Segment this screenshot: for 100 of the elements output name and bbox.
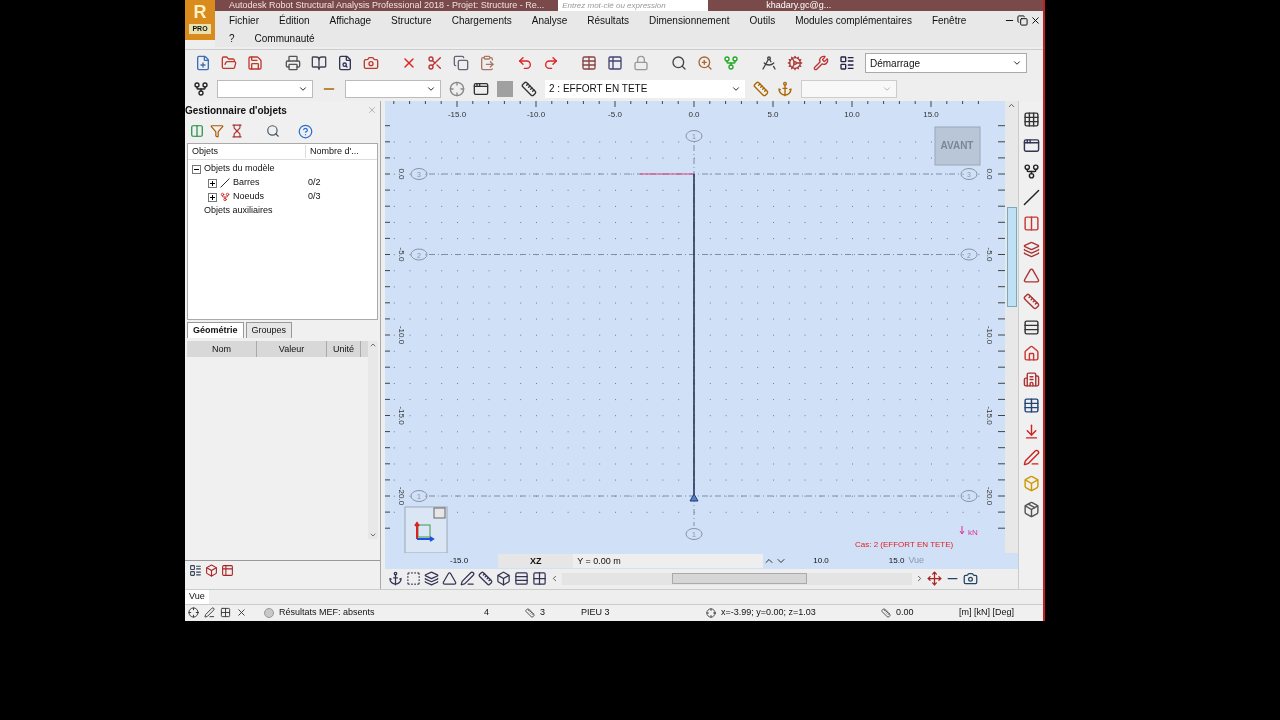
printer-icon[interactable]	[285, 55, 301, 71]
undo-icon[interactable]	[517, 55, 533, 71]
crosshair-icon[interactable]	[188, 607, 199, 618]
ruler-icon[interactable]	[1022, 293, 1040, 310]
fork-icon[interactable]	[1022, 163, 1040, 180]
hourglass-icon[interactable]	[230, 124, 244, 138]
zoom-in-icon[interactable]	[697, 55, 713, 71]
house-icon[interactable]	[1022, 345, 1040, 362]
columns-icon[interactable]	[1022, 215, 1040, 232]
tree-item[interactable]: Noeuds	[233, 190, 305, 204]
rows-icon[interactable]	[1022, 319, 1040, 336]
plane-field[interactable]: XZ	[498, 554, 574, 568]
layout-icon[interactable]	[839, 55, 855, 71]
dashed-square-icon[interactable]	[406, 571, 421, 586]
triangle-icon[interactable]	[442, 571, 457, 586]
layout-dropdown[interactable]: Démarrage	[865, 53, 1027, 73]
vertical-scrollbar[interactable]	[1005, 101, 1018, 553]
move-icon[interactable]	[927, 571, 942, 586]
slash-icon[interactable]	[1022, 189, 1040, 206]
column-header[interactable]: Objets	[188, 144, 306, 159]
horizontal-scrollbar[interactable]	[562, 572, 912, 585]
menu-item[interactable]: Analyse	[531, 12, 568, 28]
save-icon[interactable]	[247, 55, 263, 71]
building-icon[interactable]	[1022, 371, 1040, 388]
user-name[interactable]: khadary.gc@g...	[766, 0, 832, 11]
table-icon[interactable]	[1022, 397, 1040, 414]
pen-icon[interactable]	[460, 571, 475, 586]
package-icon[interactable]	[1022, 501, 1040, 518]
bar-selection-field[interactable]	[345, 79, 441, 98]
columns-icon[interactable]	[190, 124, 204, 138]
search-icon[interactable]	[266, 124, 280, 138]
help-icon[interactable]	[298, 123, 313, 139]
load-case-dropdown[interactable]: 2 : EFFORT EN TETE	[545, 79, 745, 98]
box-icon[interactable]	[205, 563, 218, 577]
gear-icon[interactable]	[787, 55, 803, 71]
copy-icon[interactable]	[453, 55, 469, 71]
book-icon[interactable]	[311, 55, 327, 71]
tree-item[interactable]: Objets auxiliaires	[204, 204, 273, 218]
menu-item[interactable]: Chargements	[451, 12, 512, 28]
pen-icon[interactable]	[1022, 449, 1040, 466]
expand-toggle[interactable]	[208, 178, 217, 188]
scissors-icon[interactable]	[427, 55, 443, 71]
menu-item[interactable]: Résultats	[587, 12, 629, 28]
scrollbar[interactable]	[368, 341, 378, 539]
camera-icon[interactable]	[363, 55, 379, 71]
expand-toggle[interactable]	[192, 164, 201, 174]
scrollbar-thumb[interactable]	[1006, 206, 1017, 307]
tree-item[interactable]: Barres	[233, 176, 305, 190]
filter-icon[interactable]	[210, 124, 224, 138]
table-icon[interactable]	[607, 55, 623, 71]
layers-icon[interactable]	[1022, 241, 1040, 258]
open-folder-icon[interactable]	[221, 55, 237, 71]
table-icon[interactable]	[221, 563, 234, 577]
scroll-down-icon[interactable]	[369, 531, 377, 539]
window-icon[interactable]	[473, 80, 489, 97]
scroll-up-icon[interactable]	[1007, 101, 1016, 110]
expand-toggle[interactable]	[208, 192, 217, 202]
menu-item[interactable]: Affichage	[329, 12, 372, 28]
drafting-compass-icon[interactable]	[761, 55, 777, 71]
view-tab[interactable]: Vue	[185, 590, 209, 604]
menu-item[interactable]: Outils	[749, 12, 776, 28]
layers-icon[interactable]	[424, 571, 439, 586]
window-icon[interactable]	[1022, 137, 1040, 154]
menu-item[interactable]: Édition	[279, 12, 310, 28]
preview-icon[interactable]	[337, 55, 353, 71]
table-icon[interactable]	[581, 55, 597, 71]
triangle-icon[interactable]	[1022, 267, 1040, 284]
column-header[interactable]: Nombre d'...	[306, 144, 359, 159]
list-icon[interactable]	[189, 563, 202, 577]
ruler-icon[interactable]	[521, 80, 537, 97]
pen-icon[interactable]	[204, 607, 215, 618]
grid-icon[interactable]	[532, 571, 547, 586]
new-file-icon[interactable]	[195, 55, 211, 71]
scroll-up-icon[interactable]	[369, 341, 377, 349]
menu-item[interactable]: ?	[229, 30, 235, 46]
box-icon[interactable]	[496, 571, 511, 586]
cross-icon[interactable]	[236, 607, 247, 618]
ruler-icon[interactable]	[478, 571, 493, 586]
menu-item[interactable]: Fenêtre	[931, 12, 967, 28]
scroll-right-icon[interactable]	[915, 574, 924, 583]
fill-swatch-icon[interactable]	[497, 80, 513, 97]
menu-item[interactable]: Structure	[391, 12, 432, 28]
menu-item[interactable]: Communauté	[254, 30, 315, 46]
close-icon[interactable]	[1030, 14, 1041, 26]
paste-icon[interactable]	[479, 55, 495, 71]
panel-tab[interactable]: Géométrie	[187, 322, 244, 338]
grid-icon[interactable]	[1022, 111, 1040, 128]
dropdown-caret-icon[interactable]	[1012, 58, 1022, 68]
node-icon[interactable]	[193, 80, 209, 97]
wrench-icon[interactable]	[813, 55, 829, 71]
restore-icon[interactable]	[1017, 14, 1028, 26]
coordinate-field[interactable]: Y = 0.00 m	[573, 554, 764, 568]
rows-icon[interactable]	[514, 571, 529, 586]
scroll-left-icon[interactable]	[550, 574, 559, 583]
camera-icon[interactable]	[963, 571, 978, 586]
menu-item[interactable]: Dimensionnement	[649, 12, 730, 28]
panel-tab[interactable]: Groupes	[245, 322, 293, 338]
view-cube-widget[interactable]	[404, 506, 448, 553]
anchor-icon[interactable]	[388, 571, 403, 586]
menu-item[interactable]: Fichier	[229, 12, 259, 28]
